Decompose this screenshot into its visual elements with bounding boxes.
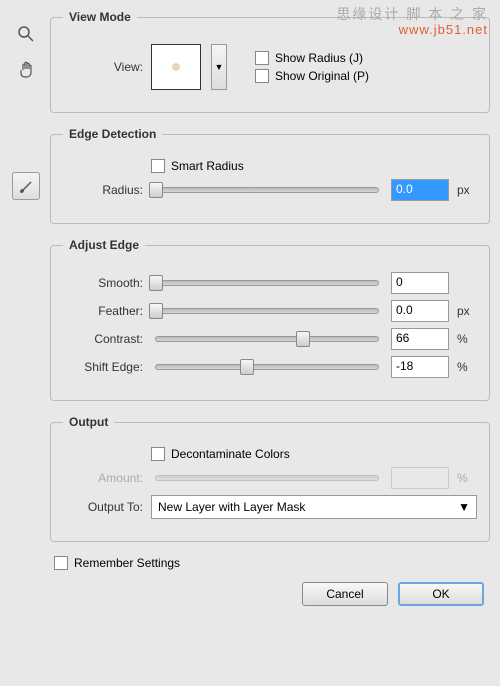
smart-radius-label: Smart Radius (171, 159, 244, 173)
contrast-slider[interactable] (155, 336, 379, 342)
view-mode-legend: View Mode (63, 10, 137, 24)
shift-edge-slider[interactable] (155, 364, 379, 370)
smooth-label: Smooth: (63, 276, 143, 290)
watermark-text: 思缘设计 脚 本 之 家 (336, 4, 488, 24)
output-legend: Output (63, 415, 114, 429)
amount-input (391, 467, 449, 489)
shift-edge-input[interactable]: -18 (391, 356, 449, 378)
remember-settings-checkbox[interactable] (54, 556, 68, 570)
shift-edge-label: Shift Edge: (63, 360, 143, 374)
adjust-edge-legend: Adjust Edge (63, 238, 145, 252)
hand-tool-icon[interactable] (12, 56, 40, 84)
show-radius-label: Show Radius (J) (275, 51, 363, 65)
ok-button[interactable]: OK (398, 582, 484, 606)
smart-radius-checkbox[interactable] (151, 159, 165, 173)
amount-label: Amount: (63, 471, 143, 485)
radius-unit: px (457, 183, 477, 197)
contrast-label: Contrast: (63, 332, 143, 346)
feather-unit: px (457, 304, 477, 318)
decontaminate-label: Decontaminate Colors (171, 447, 290, 461)
edge-detection-group: Edge Detection Smart Radius Radius: 0.0 … (50, 127, 490, 224)
contrast-unit: % (457, 332, 477, 346)
radius-input[interactable]: 0.0 (391, 179, 449, 201)
output-to-label: Output To: (63, 500, 143, 514)
brush-tool-icon[interactable] (12, 172, 40, 200)
show-original-checkbox[interactable] (255, 69, 269, 83)
adjust-edge-group: Adjust Edge Smooth: 0 Feather: 0.0 px Co… (50, 238, 490, 401)
radius-slider[interactable] (155, 187, 379, 193)
contrast-input[interactable]: 66 (391, 328, 449, 350)
view-dropdown-arrow[interactable]: ▼ (211, 44, 227, 90)
feather-input[interactable]: 0.0 (391, 300, 449, 322)
decontaminate-checkbox[interactable] (151, 447, 165, 461)
watermark-url: www.jb51.net (399, 22, 488, 37)
tool-column (12, 20, 44, 208)
view-swatch[interactable] (151, 44, 201, 90)
feather-label: Feather: (63, 304, 143, 318)
smooth-slider[interactable] (155, 280, 379, 286)
shift-edge-unit: % (457, 360, 477, 374)
edge-detection-legend: Edge Detection (63, 127, 162, 141)
amount-slider (155, 475, 379, 481)
smooth-input[interactable]: 0 (391, 272, 449, 294)
zoom-tool-icon[interactable] (12, 20, 40, 48)
feather-slider[interactable] (155, 308, 379, 314)
radius-label: Radius: (63, 183, 143, 197)
show-radius-checkbox[interactable] (255, 51, 269, 65)
output-to-select[interactable]: New Layer with Layer Mask▼ (151, 495, 477, 519)
cancel-button[interactable]: Cancel (302, 582, 388, 606)
remember-settings-label: Remember Settings (74, 556, 180, 570)
view-label: View: (63, 60, 143, 74)
output-group: Output Decontaminate Colors Amount: % Ou… (50, 415, 490, 542)
amount-unit: % (457, 471, 477, 485)
show-original-label: Show Original (P) (275, 69, 369, 83)
chevron-down-icon: ▼ (458, 500, 470, 514)
